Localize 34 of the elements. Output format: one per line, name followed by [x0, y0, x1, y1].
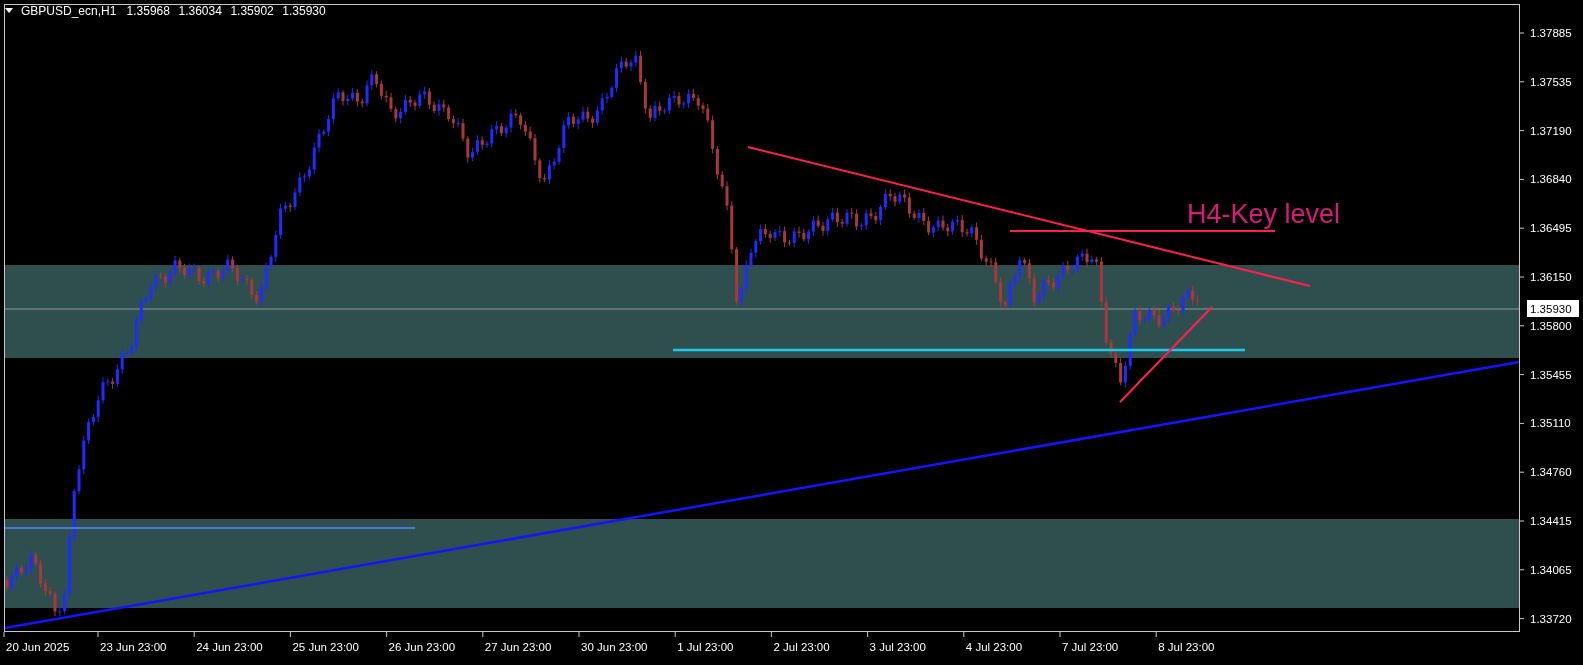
price-tick-label: 1.34760 [1530, 466, 1572, 479]
price-tick-label: 1.33720 [1530, 612, 1572, 625]
chart-annotation: H4-Key level [1187, 199, 1341, 229]
price-tick-label: 1.35110 [1530, 417, 1571, 430]
price-tick-label: 1.37885 [1530, 27, 1572, 39]
time-tick-label: 8 Jul 23:00 [1158, 641, 1215, 653]
time-tick-label: 1 Jul 23:00 [677, 641, 734, 653]
dropdown-icon[interactable] [5, 8, 13, 13]
time-tick-label: 2 Jul 23:00 [773, 641, 830, 653]
time-tick-label: 7 Jul 23:00 [1062, 641, 1119, 653]
price-tick-label: 1.34415 [1530, 515, 1572, 527]
current-price-label: 1.35930 [1527, 300, 1579, 317]
time-tick-label: 23 Jun 23:00 [100, 641, 167, 653]
price-tick-label: 1.34065 [1530, 563, 1572, 576]
price-tick-label: 1.35800 [1530, 319, 1572, 332]
quote-value: 1.35902 [230, 4, 274, 18]
time-tick-label: 30 Jun 23:00 [581, 641, 648, 653]
time-tick-label: 3 Jul 23:00 [869, 641, 926, 653]
time-tick-label: 4 Jul 23:00 [965, 641, 1023, 653]
price-tick-label: 1.37190 [1530, 124, 1572, 137]
quote-value: 1.35930 [282, 4, 326, 18]
time-tick-label: 27 Jun 23:00 [484, 641, 552, 653]
time-tick-label: 26 Jun 23:00 [388, 641, 456, 653]
time-tick-label: 25 Jun 23:00 [292, 641, 359, 653]
price-tick-label: 1.36495 [1530, 222, 1572, 235]
price-tick-label: 1.36840 [1530, 173, 1572, 186]
quote-value: 1.35968 [126, 4, 170, 18]
quote-value: 1.36034 [178, 4, 222, 18]
price-tick-label: 1.35455 [1530, 368, 1572, 381]
price-tick-label: 1.36150 [1530, 271, 1572, 283]
symbol-label: GBPUSD_ecn,H1 [21, 4, 117, 18]
price-tick-label: 1.37535 [1530, 75, 1572, 88]
time-tick-label: 24 Jun 23:00 [196, 641, 263, 653]
time-tick-label: 20 Jun 2025 [6, 641, 70, 653]
